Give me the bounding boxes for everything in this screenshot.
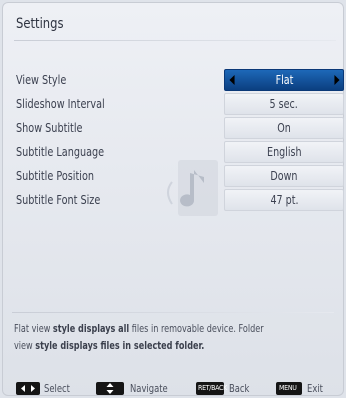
setting-value[interactable]: Flat — [224, 69, 344, 91]
select-label: Select — [44, 382, 70, 395]
setting-label: Subtitle Font Size — [16, 192, 101, 207]
setting-value[interactable]: 47 pt. — [224, 189, 344, 211]
setting-label: Show Subtitle — [16, 120, 83, 135]
setting-value[interactable]: On — [224, 117, 344, 139]
setting-label: Subtitle Language — [16, 144, 105, 159]
setting-value-text: Down — [270, 168, 298, 183]
title-divider — [14, 40, 336, 41]
left-right-arrows-icon — [16, 382, 40, 395]
setting-value-text: Flat — [275, 72, 293, 87]
description-divider — [12, 312, 334, 313]
right-arrow-icon[interactable] — [334, 75, 340, 85]
setting-description: Flat view style displays all files in re… — [14, 320, 285, 354]
settings-row[interactable]: Subtitle Position Down — [0, 165, 346, 187]
setting-label: View Style — [16, 72, 67, 87]
description-text: style displays — [35, 339, 98, 352]
exit-key: MENU — [276, 382, 302, 395]
settings-row[interactable]: Subtitle Font Size 47 pt. — [0, 189, 346, 211]
description-text: files in selected folder. — [97, 339, 205, 352]
exit-label: Exit — [307, 382, 323, 395]
settings-row[interactable]: Subtitle Language English — [0, 141, 346, 163]
settings-row[interactable]: View Style Flat — [0, 69, 346, 91]
back-key: RET/BACK — [196, 382, 227, 395]
up-down-arrows-icon — [96, 382, 124, 395]
description-text: Flat view — [14, 322, 53, 335]
setting-label: Subtitle Position — [16, 168, 95, 183]
footer-hints: Select Navigate RET/BACK Back MENU Exit — [0, 382, 346, 398]
setting-value-text: English — [266, 144, 302, 159]
setting-value[interactable]: 5 sec. — [224, 93, 344, 115]
back-label: Back — [229, 382, 250, 395]
setting-value[interactable]: Down — [224, 165, 344, 187]
setting-value-text: 5 sec. — [269, 96, 299, 111]
setting-value-text: On — [277, 120, 291, 135]
description-text: style displays all — [52, 322, 130, 335]
setting-value[interactable]: English — [224, 141, 344, 163]
page-title: Settings — [16, 16, 64, 32]
settings-row[interactable]: Slideshow Interval 5 sec. — [0, 93, 346, 115]
setting-value-text: 47 pt. — [269, 192, 299, 207]
setting-label: Slideshow Interval — [16, 96, 105, 111]
navigate-label: Navigate — [130, 382, 168, 395]
left-arrow-icon[interactable] — [229, 75, 235, 85]
settings-row[interactable]: Show Subtitle On — [0, 117, 346, 139]
